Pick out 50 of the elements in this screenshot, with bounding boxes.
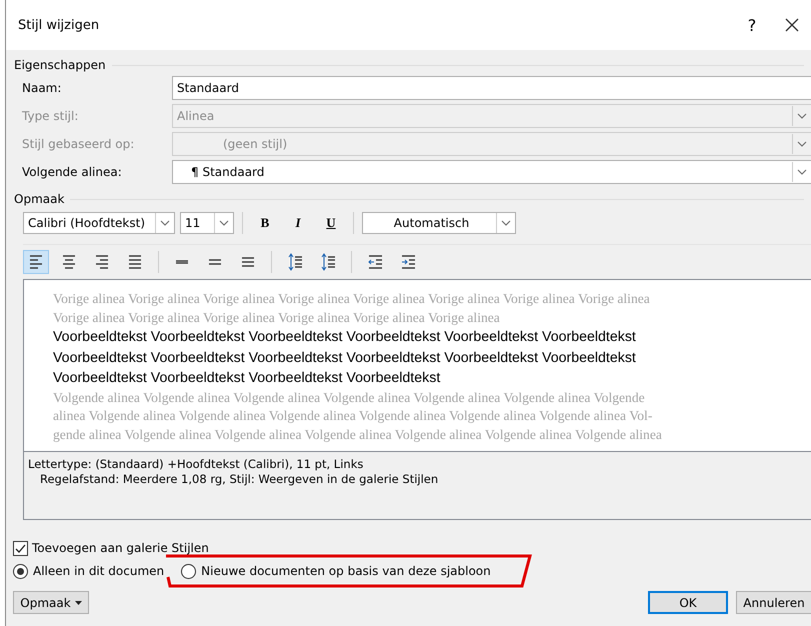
preview-text: Vorige alinea Vorige alinea Vorige alinea Vorige alinea Vorige alinea Vorige alinea bbox=[53, 308, 501, 327]
font-dropdown[interactable]: Calibri (Hoofdtekst) bbox=[23, 212, 175, 234]
sample-text: Voorbeeldtekst Voorbeeldtekst Voorbeeldtekst Voorbeeldtekst Voorbeeldtekst Voorbeeldtekst bbox=[53, 328, 637, 347]
align-right-icon bbox=[94, 255, 110, 269]
sample-text: Voorbeeldtekst Voorbeeldtekst Voorbeeldtekst Voorbeeldtekst Voorbeeldtekst Voorbeeldtekst bbox=[53, 348, 637, 368]
field-label: Volgende alinea: bbox=[22, 165, 123, 179]
size-dropdown[interactable]: 11 bbox=[180, 212, 234, 234]
radio-button[interactable] bbox=[13, 564, 28, 578]
group-label: Opmaak bbox=[14, 192, 64, 206]
dropdown-field[interactable]: ¶ Standaard bbox=[172, 160, 811, 184]
preview-text: alinea Volgende alinea Volgende alinea Volgende alinea Volgende alinea Volgende alinea Volgende alinea Vol- bbox=[53, 407, 654, 425]
italic-button[interactable]: I bbox=[284, 212, 312, 234]
close-icon bbox=[785, 18, 799, 32]
paragraph-format-button[interactable] bbox=[23, 250, 49, 274]
line-spacing-icon bbox=[320, 253, 336, 271]
line-spacing-icon bbox=[206, 259, 224, 265]
checkbox[interactable] bbox=[13, 540, 28, 556]
checkmark-icon bbox=[15, 542, 26, 554]
bold-button[interactable]: B bbox=[251, 212, 279, 234]
line-spacing-icon bbox=[174, 260, 190, 264]
preview-text: gende alinea Volgende alinea Volgende alinea Volgende alinea Volgende alinea Volgende alinea Volgende alinea bbox=[53, 426, 663, 444]
underline-button[interactable]: U bbox=[317, 212, 345, 234]
line-spacing-icon bbox=[240, 257, 256, 267]
align-center-icon bbox=[60, 255, 78, 269]
checkbox-label: Toevoegen aan galerie Stijlen bbox=[32, 541, 209, 555]
menu-button[interactable]: Opmaak bbox=[13, 591, 89, 614]
radio-label: Nieuwe documenten op basis van deze sjabloon bbox=[201, 564, 491, 578]
radio-label: Alleen in dit documen bbox=[33, 564, 164, 578]
sample-text: Voorbeeldtekst Voorbeeldtekst Voorbeeldtekst Voorbeeldtekst bbox=[53, 369, 442, 388]
decrease-indent-icon bbox=[366, 253, 384, 271]
color-dropdown[interactable]: Automatisch bbox=[362, 212, 516, 234]
radio-button[interactable] bbox=[181, 564, 196, 578]
input-field[interactable]: Standaard bbox=[172, 76, 811, 100]
caret-icon bbox=[74, 600, 82, 604]
ok-button[interactable]: OK bbox=[648, 591, 728, 614]
align-left-icon bbox=[28, 255, 44, 269]
line-spacing-icon bbox=[286, 253, 304, 271]
cancel-button[interactable]: Annuleren bbox=[736, 591, 811, 614]
increase-indent-icon bbox=[400, 253, 416, 271]
group-label: Eigenschappen bbox=[14, 58, 106, 72]
preview-text: Volgende alinea Volgende alinea Volgende alinea Volgende alinea Volgende alinea Volgende alinea Volgende bbox=[53, 388, 646, 407]
preview-text: Vorige alinea Vorige alinea Vorige alinea Vorige alinea Vorige alinea Vorige alinea Vorige alinea Vorige alinea bbox=[53, 290, 651, 308]
field-label: Stijl gebaseerd op: bbox=[22, 137, 136, 151]
description-text: Lettertype: (Standaard) +Hoofdtekst (Calibri), 11 pt, Links bbox=[28, 457, 364, 472]
window-title: Stijl wijzigen bbox=[18, 18, 100, 32]
justify-icon bbox=[126, 255, 144, 269]
field-label: Type stijl: bbox=[22, 109, 80, 123]
help-button[interactable]: ? bbox=[732, 14, 772, 36]
description-text: Regelafstand: Meerdere 1,08 rg, Stijl: Weergeven in de galerie Stijlen bbox=[39, 472, 440, 487]
field-label: Naam: bbox=[22, 81, 62, 95]
